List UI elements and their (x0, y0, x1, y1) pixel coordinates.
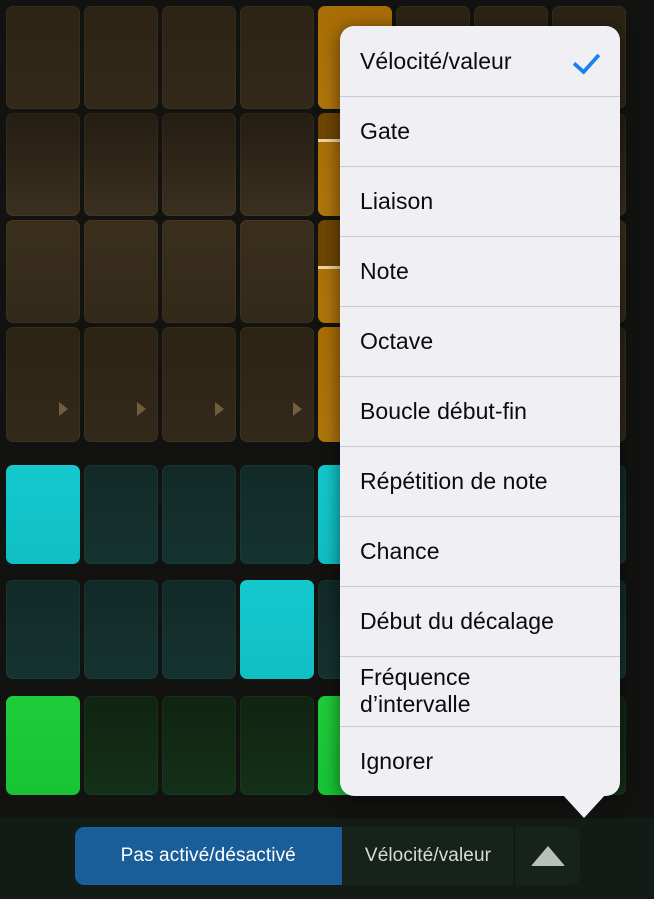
step-cell[interactable] (240, 465, 314, 564)
checkmark-placeholder (576, 188, 602, 214)
step-cell[interactable] (84, 113, 158, 216)
step-cell[interactable] (6, 465, 80, 564)
bottom-toolbar: Pas activé/désactivé Vélocité/valeur (0, 818, 654, 899)
menu-item-label: Fréquence d’intervalle (360, 664, 471, 717)
menu-item[interactable]: Répétition de note (340, 446, 620, 516)
menu-item-label: Note (360, 257, 409, 284)
step-cell[interactable] (162, 6, 236, 109)
mode-segmented-control: Pas activé/désactivé Vélocité/valeur (75, 827, 580, 885)
step-cell[interactable] (162, 580, 236, 679)
step-play-triangle-icon (293, 402, 302, 416)
checkmark-placeholder (576, 328, 602, 354)
step-cell[interactable] (162, 327, 236, 442)
step-play-triangle-icon (137, 402, 146, 416)
step-play-triangle-icon (59, 402, 68, 416)
step-cell[interactable] (84, 220, 158, 323)
menu-item-label: Début du décalage (360, 607, 554, 634)
menu-item[interactable]: Boucle début-fin (340, 376, 620, 446)
step-play-triangle-icon (215, 402, 224, 416)
menu-item[interactable]: Vélocité/valeur (340, 26, 620, 96)
checkmark-placeholder (576, 468, 602, 494)
velocity-value-label: Vélocité/valeur (364, 845, 492, 866)
step-cell[interactable] (240, 220, 314, 323)
step-cell[interactable] (84, 6, 158, 109)
step-cell[interactable] (240, 113, 314, 216)
menu-item[interactable]: Octave (340, 306, 620, 376)
edit-mode-popover-menu[interactable]: Vélocité/valeur Gate Liaison Note Octave Bouc… (340, 26, 620, 818)
step-cell[interactable] (162, 465, 236, 564)
menu-item-label: Gate (360, 117, 411, 144)
triangle-up-icon (530, 846, 565, 866)
step-cell[interactable] (6, 220, 80, 323)
step-cell[interactable] (84, 465, 158, 564)
menu-item-label: Répétition de note (360, 467, 548, 494)
menu-item-label: Liaison (360, 187, 434, 214)
menu-item-label: Boucle début-fin (360, 397, 528, 424)
step-cell[interactable] (240, 327, 314, 442)
step-on-off-button[interactable]: Pas activé/désactivé (75, 827, 342, 885)
popover-tail-icon (562, 794, 606, 818)
velocity-value-button[interactable]: Vélocité/valeur (341, 827, 515, 885)
step-cell[interactable] (240, 6, 314, 109)
step-on-off-label: Pas activé/désactivé (120, 845, 296, 866)
menu-item-label: Chance (360, 537, 440, 564)
step-cell[interactable] (240, 696, 314, 795)
step-cell[interactable] (84, 327, 158, 442)
step-cell[interactable] (84, 580, 158, 679)
step-cell[interactable] (6, 6, 80, 109)
menu-item[interactable]: Note (340, 236, 620, 306)
menu-item-label: Octave (360, 327, 434, 354)
step-cell[interactable] (162, 220, 236, 323)
checkmark-placeholder (576, 608, 602, 634)
sequencer-screen: Vélocité/valeur Gate Liaison Note Octave Bouc… (0, 0, 654, 899)
step-cell[interactable] (240, 580, 314, 679)
menu-item-label: Vélocité/valeur (360, 47, 512, 74)
menu-item[interactable]: Ignorer (340, 726, 620, 796)
menu-item-label: Ignorer (360, 747, 434, 774)
step-cell[interactable] (162, 696, 236, 795)
menu-item[interactable]: Gate (340, 96, 620, 166)
menu-item[interactable]: Début du décalage (340, 586, 620, 656)
checkmark-placeholder (576, 538, 602, 564)
checkmark-placeholder (576, 258, 602, 284)
step-cell[interactable] (162, 113, 236, 216)
open-edit-mode-menu-button[interactable] (514, 827, 580, 885)
checkmark-placeholder (576, 748, 602, 774)
step-cell[interactable] (84, 696, 158, 795)
menu-item[interactable]: Fréquence d’intervalle (340, 656, 620, 726)
checkmark-icon (576, 48, 602, 74)
checkmark-placeholder (576, 398, 602, 424)
menu-item[interactable]: Liaison (340, 166, 620, 236)
checkmark-placeholder (576, 678, 602, 704)
menu-item[interactable]: Chance (340, 516, 620, 586)
step-cell[interactable] (6, 580, 80, 679)
checkmark-placeholder (576, 118, 602, 144)
step-cell[interactable] (6, 113, 80, 216)
step-cell[interactable] (6, 327, 80, 442)
step-cell[interactable] (6, 696, 80, 795)
